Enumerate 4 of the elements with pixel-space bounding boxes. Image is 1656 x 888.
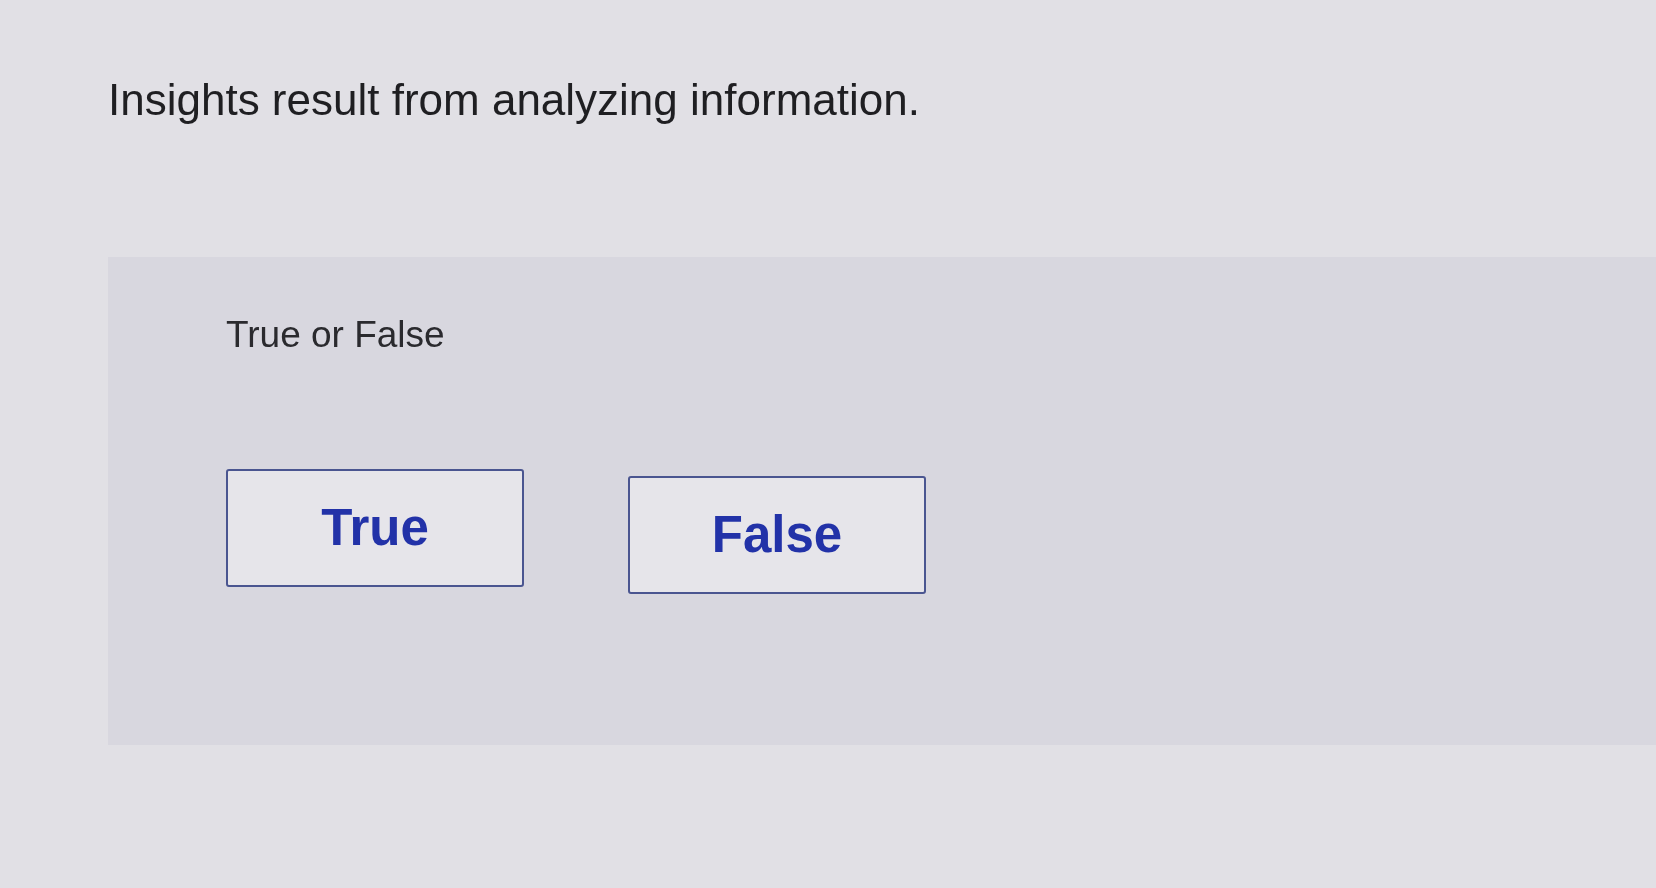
- prompt-text: True or False: [226, 312, 446, 357]
- answer-option-button[interactable]: False: [628, 476, 926, 595]
- answer-option-button[interactable]: True: [226, 469, 524, 588]
- question-text: Insights result from analyzing information.: [108, 74, 921, 126]
